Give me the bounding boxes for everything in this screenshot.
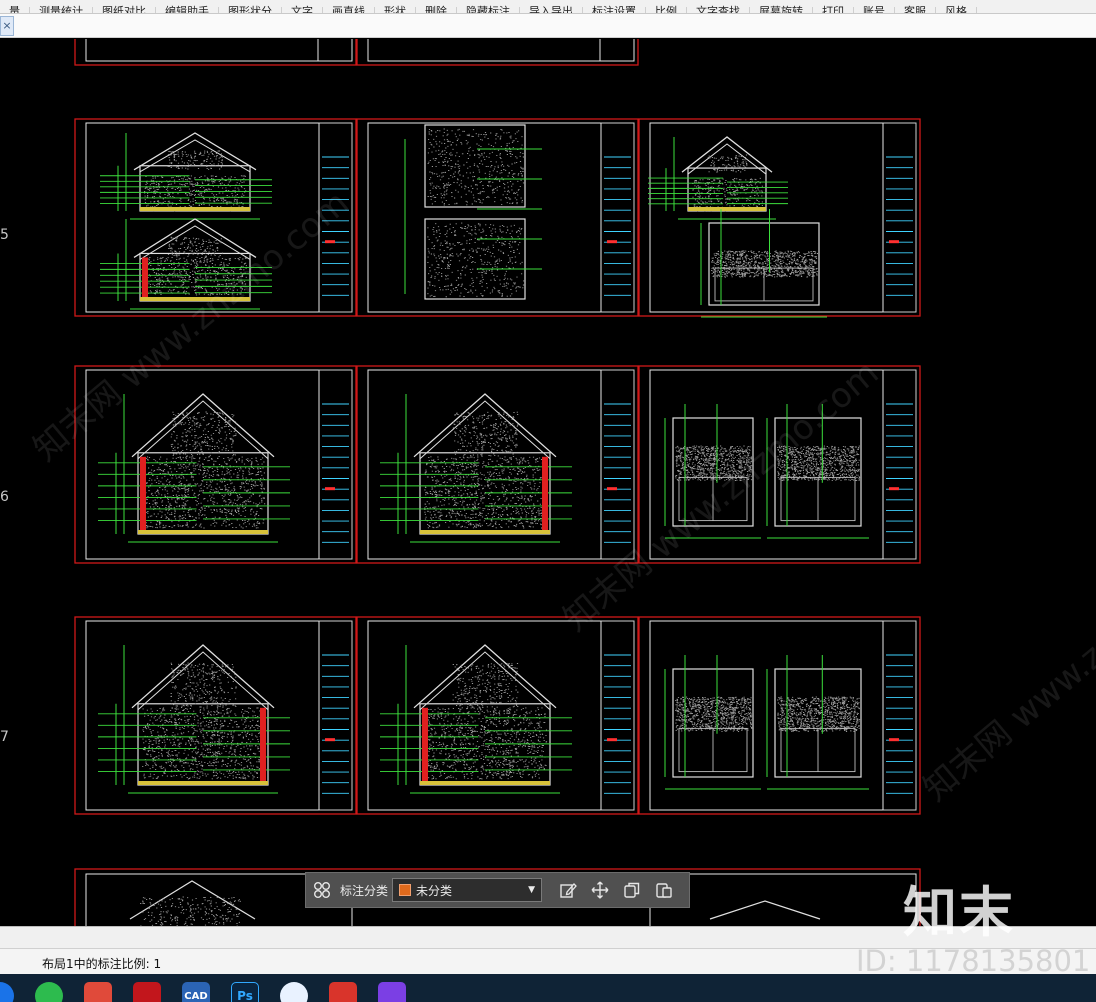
menu-item[interactable]: 标注设置 (583, 6, 646, 13)
chevron-down-icon: ▼ (528, 885, 536, 895)
menu-item[interactable]: 账号 (854, 6, 895, 13)
menu-item[interactable]: 文字 (282, 6, 323, 13)
category-color-swatch (399, 884, 412, 896)
paste-icon[interactable] (653, 879, 675, 901)
menu-item[interactable]: 风格 (936, 6, 977, 13)
photoshop-icon[interactable]: Ps (231, 982, 259, 1002)
os-taskbar: CAD Ps (0, 974, 1096, 1002)
meitu-icon[interactable] (280, 982, 308, 1002)
menu-item[interactable]: 图纸对比 (93, 6, 156, 13)
watermark-logo: 知末 (903, 881, 1015, 944)
menu-item[interactable]: 量 (0, 6, 30, 13)
selected-category: 未分类 (416, 883, 453, 898)
grid-icon[interactable] (311, 879, 333, 901)
menu-item[interactable]: 画直线 (323, 6, 375, 13)
tab-row: × (0, 14, 1096, 38)
drawing-canvas[interactable]: 5 6 7 知末网 www.znzmo.com 知末网 www.znzmo.co… (0, 39, 1096, 926)
copy-icon[interactable] (621, 879, 643, 901)
menu-item[interactable]: 导入导出 (520, 6, 583, 13)
menu-item[interactable]: 图形状分 (219, 6, 282, 13)
menu-item[interactable]: 删除 (416, 6, 457, 13)
annotation-scale-text: 布局1中的标注比例: 1 (42, 957, 162, 971)
row-marker: 7 (0, 729, 9, 745)
close-tab-button[interactable]: × (0, 16, 14, 36)
autocad-icon[interactable] (133, 982, 161, 1002)
menu-item[interactable]: 客服 (895, 6, 936, 13)
wps-icon[interactable] (329, 982, 357, 1002)
cad-viewer-icon[interactable]: CAD (182, 982, 210, 1002)
menu-item[interactable]: 测量统计 (30, 6, 93, 13)
category-label: 标注分类 (340, 883, 389, 898)
menu-item[interactable]: 比例 (646, 6, 687, 13)
menu-item[interactable]: 隐藏标注 (457, 6, 520, 13)
menu-item[interactable]: 文字查找 (687, 6, 750, 13)
menu-item[interactable]: 屏幕旋转 (750, 6, 813, 13)
menu-item[interactable]: 打印 (813, 6, 854, 13)
row-marker: 6 (0, 489, 9, 505)
cad-viewer-window: 量测量统计 图纸对比 编辑助手 图形状分 文字 画直线 形状 删除 隐藏标注 导入导出 标注设置 比例… (0, 0, 1096, 1002)
move-icon[interactable] (589, 879, 611, 901)
menu-item[interactable]: 形状 (375, 6, 416, 13)
app-icon[interactable] (378, 982, 406, 1002)
row-marker: 5 (0, 227, 9, 243)
wechat-icon[interactable] (35, 982, 63, 1002)
edit-icon[interactable] (557, 879, 579, 901)
menu-bar: 量测量统计 图纸对比 编辑助手 图形状分 文字 画直线 形状 删除 隐藏标注 导入导出 标注设置 比例… (0, 0, 1096, 14)
browser-icon[interactable] (0, 982, 14, 1002)
sketchup-icon[interactable] (84, 982, 112, 1002)
category-select[interactable]: 未分类 ▼ (392, 878, 543, 902)
menu-item[interactable]: 编辑助手 (156, 6, 219, 13)
annotation-toolbar: 标注分类 未分类 ▼ (305, 872, 690, 908)
watermark-id: ID: 1178135801 (856, 944, 1091, 978)
